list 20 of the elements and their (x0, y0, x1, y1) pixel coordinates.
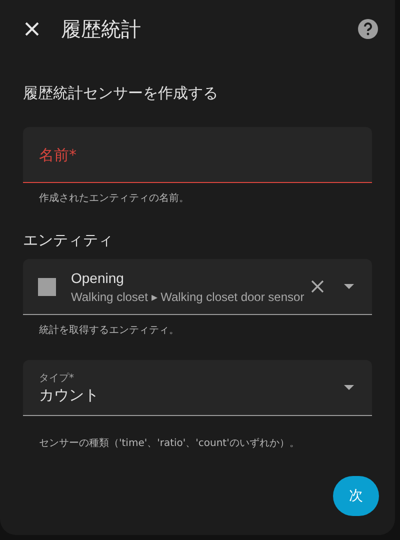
field-label: タイプ* (39, 372, 75, 384)
help-icon[interactable] (358, 19, 378, 39)
name-field[interactable]: 名前* (23, 127, 372, 183)
helper-text: センサーの種類（'time'、'ratio'、'count'のいずれか）。 (38, 436, 300, 450)
clear-icon[interactable] (311, 280, 324, 293)
entity-name: Opening (71, 270, 125, 286)
dropdown-caret-icon[interactable] (344, 385, 354, 390)
helper-text: 作成されたエンティティの名前。 (38, 192, 190, 205)
type-select[interactable]: タイプ* カウント (23, 360, 372, 416)
field-label: 名前* (39, 146, 76, 164)
section-label: エンティティ (23, 231, 114, 250)
form-heading: 履歴統計センサーを作成する (23, 84, 219, 103)
dialog-title: 履歴統計 (61, 16, 142, 42)
field-value: カウント (39, 386, 100, 404)
close-icon[interactable] (24, 21, 40, 37)
entity-path: Walking closet ▸ Walking closet door sensor (71, 290, 306, 304)
entity-picker[interactable]: Opening Walking closet ▸ Walking closet door sensor (23, 259, 372, 315)
entity-icon (38, 278, 56, 296)
dropdown-caret-icon[interactable] (344, 284, 354, 289)
helper-text: 統計を取得するエンティティ。 (38, 324, 180, 337)
